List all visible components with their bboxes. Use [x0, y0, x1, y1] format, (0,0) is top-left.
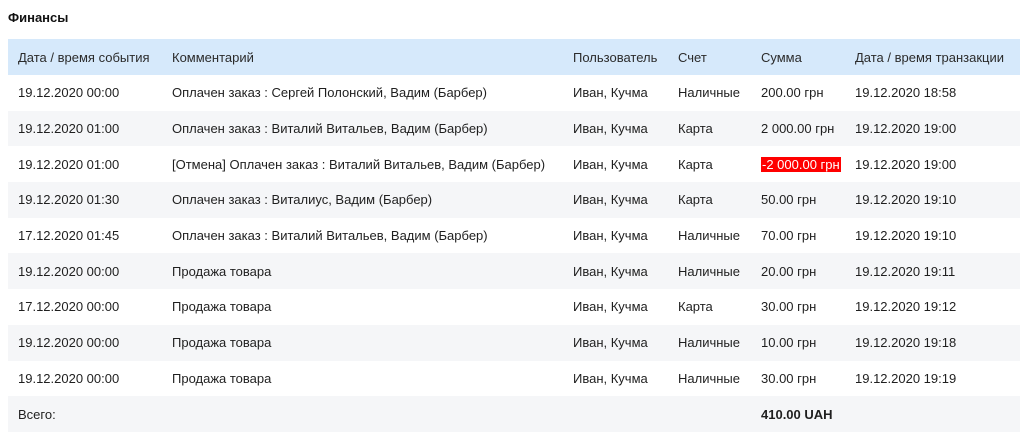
amount-cell: 10.00 грн — [761, 335, 817, 351]
transaction-datetime-cell: 19.12.2020 19:10 — [855, 192, 957, 208]
table-row[interactable]: 19.12.2020 01:30 Оплачен заказ : Виталиус… — [8, 182, 1020, 218]
table-row[interactable]: 19.12.2020 00:00 Продажа товара Иван, Кучм… — [8, 361, 1020, 397]
table-row[interactable]: 17.12.2020 01:45 Оплачен заказ : Виталий … — [8, 218, 1020, 254]
user-cell: Иван, Кучма — [573, 85, 648, 101]
table-footer: Всего: 410.00 UAH — [8, 396, 1020, 432]
negative-amount-highlight: -2 000.00 грн — [761, 156, 841, 172]
transaction-datetime-cell: 19.12.2020 19:18 — [855, 335, 957, 351]
transaction-datetime-cell: 19.12.2020 18:58 — [855, 85, 957, 101]
finance-table: Дата / время события Комментарий Пользов… — [8, 39, 1020, 432]
user-cell: Иван, Кучма — [573, 121, 648, 137]
transaction-datetime-cell: 19.12.2020 19:19 — [855, 370, 957, 386]
column-header-event-datetime[interactable]: Дата / время события — [8, 39, 162, 75]
event-datetime-cell: 17.12.2020 00:00 — [18, 299, 120, 315]
event-datetime-cell: 17.12.2020 01:45 — [18, 228, 120, 244]
column-header-comment[interactable]: Комментарий — [162, 39, 563, 75]
comment-cell: Продажа товара — [172, 370, 272, 386]
account-cell: Карта — [678, 192, 713, 208]
table-header: Дата / время события Комментарий Пользов… — [8, 39, 1020, 75]
table-row[interactable]: 19.12.2020 00:00 Продажа товара Иван, Кучм… — [8, 324, 1020, 361]
amount-cell: 30.00 грн — [761, 370, 817, 386]
total-label: Всего: — [18, 406, 56, 422]
event-datetime-cell: 19.12.2020 00:00 — [18, 85, 120, 101]
transaction-datetime-cell: 19.12.2020 19:00 — [855, 121, 957, 137]
table-row[interactable]: 19.12.2020 01:00 [Отмена] Оплачен заказ :… — [8, 146, 1020, 182]
event-datetime-cell: 19.12.2020 01:00 — [18, 121, 120, 137]
amount-cell: 200.00 грн — [761, 85, 824, 101]
transaction-datetime-cell: 19.12.2020 19:12 — [855, 299, 957, 315]
transaction-datetime-cell: 19.12.2020 19:10 — [855, 228, 957, 244]
comment-cell: Оплачен заказ : Виталий Витальев, Вадим … — [172, 121, 488, 137]
user-cell: Иван, Кучма — [573, 263, 648, 279]
user-cell: Иван, Кучма — [573, 299, 648, 315]
account-cell: Наличные — [678, 335, 740, 351]
amount-cell: 30.00 грн — [761, 299, 817, 315]
event-datetime-cell: 19.12.2020 00:00 — [18, 263, 120, 279]
account-cell: Карта — [678, 299, 713, 315]
comment-cell: Продажа товара — [172, 263, 272, 279]
column-header-transaction-datetime[interactable]: Дата / время транзакции — [845, 39, 1020, 75]
column-header-user[interactable]: Пользователь — [563, 39, 668, 75]
amount-cell: 50.00 грн — [761, 192, 817, 208]
account-cell: Карта — [678, 121, 713, 137]
account-cell: Наличные — [678, 85, 740, 101]
comment-cell: Продажа товара — [172, 299, 272, 315]
comment-cell: Оплачен заказ : Виталий Витальев, Вадим … — [172, 228, 488, 244]
comment-cell: Продажа товара — [172, 335, 272, 351]
table-header-row: Дата / время события Комментарий Пользов… — [8, 39, 1020, 75]
comment-cell: Оплачен заказ : Сергей Полонский, Вадим … — [172, 85, 487, 101]
user-cell: Иван, Кучма — [573, 335, 648, 351]
table-row[interactable]: 19.12.2020 01:00 Оплачен заказ : Виталий … — [8, 110, 1020, 147]
table-row[interactable]: 19.12.2020 00:00 Продажа товара Иван, Кучм… — [8, 253, 1020, 290]
event-datetime-cell: 19.12.2020 00:00 — [18, 370, 120, 386]
table-row[interactable]: 17.12.2020 00:00 Продажа товара Иван, Кучм… — [8, 289, 1020, 325]
amount-cell: 2 000.00 грн — [761, 121, 835, 137]
user-cell: Иван, Кучма — [573, 156, 648, 172]
column-header-account[interactable]: Счет — [668, 39, 751, 75]
event-datetime-cell: 19.12.2020 01:00 — [18, 156, 120, 172]
transaction-datetime-cell: 19.12.2020 19:00 — [855, 156, 957, 172]
user-cell: Иван, Кучма — [573, 192, 648, 208]
user-cell: Иван, Кучма — [573, 370, 648, 386]
table-row[interactable]: 19.12.2020 00:00 Оплачен заказ : Сергей П… — [8, 75, 1020, 111]
comment-cell: [Отмена] Оплачен заказ : Виталий Виталье… — [172, 156, 546, 172]
transaction-datetime-cell: 19.12.2020 19:11 — [855, 263, 956, 279]
account-cell: Карта — [678, 156, 713, 172]
page-title: Финансы — [8, 10, 69, 25]
total-value: 410.00 UAH — [761, 406, 833, 422]
comment-cell: Оплачен заказ : Виталиус, Вадим (Барбер) — [172, 192, 433, 208]
account-cell: Наличные — [678, 263, 740, 279]
column-header-amount[interactable]: Сумма — [751, 39, 845, 75]
event-datetime-cell: 19.12.2020 01:30 — [18, 192, 120, 208]
table-body: 19.12.2020 00:00 Оплачен заказ : Сергей П… — [8, 75, 1020, 396]
total-row: Всего: 410.00 UAH — [8, 396, 1020, 432]
event-datetime-cell: 19.12.2020 00:00 — [18, 335, 120, 351]
account-cell: Наличные — [678, 370, 740, 386]
account-cell: Наличные — [678, 228, 740, 244]
amount-cell: 20.00 грн — [761, 263, 817, 279]
amount-cell: -2 000.00 грн — [751, 146, 845, 182]
amount-cell: 70.00 грн — [761, 228, 817, 244]
user-cell: Иван, Кучма — [573, 228, 648, 244]
